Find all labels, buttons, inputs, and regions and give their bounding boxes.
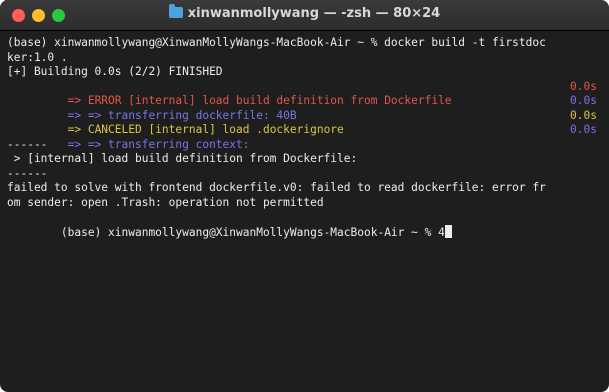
transfer-dockerfile-time: 0.0s [570,94,597,107]
window-title-text: xinwanmollywang — -zsh — 80×24 [187,6,441,21]
canceled-step-time: 0.0s [570,108,597,122]
building-status: [+] Building 0.0s (2/2) FINISHED [7,65,223,78]
canceled-step-line: => CANCELED [internal] load .dockerignor… [7,108,609,137]
window-title: xinwanmollywang — -zsh — 80×24 [0,4,609,21]
command-line-2: ker:1.0 . [7,50,68,64]
terminal-window: xinwanmollywang — -zsh — 80×24 (base) xi… [0,0,609,392]
error-step-time: 0.0s [570,79,597,93]
error-message-line-1: failed to solve with frontend dockerfile… [7,181,546,194]
error-message-line-2: om sender: open .Trash: operation not pe… [7,195,324,209]
transfer-context-time: 0.0s [570,123,597,136]
title-bar[interactable]: xinwanmollywang — -zsh — 80×24 [0,0,609,31]
page: My answer/graphs/screenshots: xinwanmoll… [0,0,609,392]
separator-line-1: ------ [7,137,48,151]
command-line-1: (base) xinwanmollywang@XinwanMollyWangs-… [7,36,546,49]
folder-icon [168,4,183,18]
prompt-text: (base) xinwanmollywang@XinwanMollyWangs-… [60,225,445,239]
transfer-context-line: => => transferring context: 0.0s [7,123,609,151]
text-cursor [444,224,452,238]
error-step-line: => ERROR [internal] load build definitio… [7,79,609,108]
terminal-output[interactable]: (base) xinwanmollywang@XinwanMollyWangs-… [0,36,609,392]
transfer-dockerfile-line: => => transferring dockerfile: 40B 0.0s [7,94,609,122]
separator-line-2: ------ [7,166,48,180]
prompt-line[interactable]: (base) xinwanmollywang@XinwanMollyWangs-… [7,210,609,239]
internal-load-line: > [internal] load build definition from … [7,152,358,165]
